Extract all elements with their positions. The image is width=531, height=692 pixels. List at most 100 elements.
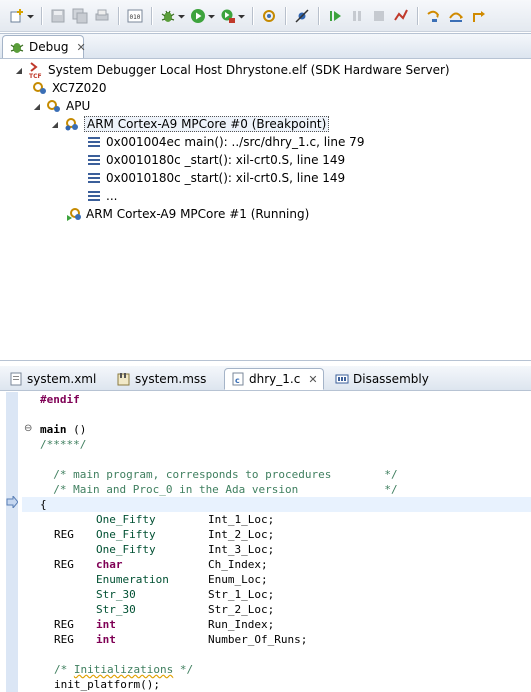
toolbar-separator (41, 6, 42, 25)
suspend-icon[interactable] (349, 8, 365, 24)
c-file-icon: c (231, 372, 245, 386)
code-token: Int_3_Loc; (208, 543, 275, 556)
code-token: Run_Index; (208, 618, 275, 631)
tree-item-frame[interactable]: 0x001004ec main(): ../src/dhry_1.c, line… (86, 133, 364, 151)
target-icon[interactable] (261, 8, 277, 24)
code-line: init_platform(); (54, 678, 160, 691)
tree-item-label: ARM Cortex-A9 MPCore #0 (Breakpoint) (84, 116, 330, 132)
tree-item-label: ARM Cortex-A9 MPCore #1 (Running) (86, 207, 310, 221)
instruction-pointer-icon (6, 494, 19, 511)
tab-system-mss[interactable]: system.mss (110, 368, 222, 390)
code-editor[interactable]: #endif main () /*****/ /* main program, … (22, 391, 531, 692)
code-token: */ (173, 663, 194, 676)
step-over-icon[interactable] (448, 8, 464, 24)
print-icon[interactable] (94, 8, 110, 24)
tree-item-label: APU (66, 99, 91, 113)
binary-icon[interactable]: 010 (127, 8, 143, 24)
code-line: /*****/ (40, 438, 87, 451)
toolbar-separator (252, 6, 253, 25)
code-token: One_Fifty (96, 543, 156, 556)
tab-label: system.mss (135, 372, 207, 386)
code-line: /* main program, corresponds to procedur… (40, 468, 398, 481)
debug-view: Debug ✕ ◢ TCF System Debugger Local Host… (0, 33, 531, 361)
step-return-icon[interactable] (470, 8, 486, 24)
resume-icon[interactable] (327, 8, 343, 24)
tree-item-device[interactable]: XC7Z020 (32, 79, 107, 97)
chevron-down-icon[interactable] (27, 8, 34, 24)
tree-item-frame[interactable]: ... (86, 187, 117, 205)
tree-item-launch[interactable]: ◢ TCF System Debugger Local Host Dhrysto… (14, 61, 450, 79)
terminate-icon[interactable] (371, 8, 387, 24)
tree-item-label: 0x0010180c _start(): xil-crt0.S, line 14… (106, 153, 346, 167)
code-token: main (40, 423, 67, 436)
chevron-down-icon[interactable] (178, 8, 185, 24)
tree-item-label: XC7Z020 (52, 81, 107, 95)
code-token: Int_2_Loc; (208, 528, 275, 541)
chevron-down-icon[interactable] (238, 8, 245, 24)
run-icon[interactable] (190, 8, 206, 24)
code-line: /* Main and Proc_0 in the Ada version */ (40, 483, 398, 496)
tab-system-xml[interactable]: system.xml (2, 368, 108, 390)
disassembly-icon (335, 372, 349, 386)
external-tools-icon[interactable] (220, 8, 236, 24)
code-token: Int_1_Loc; (208, 513, 275, 526)
expand-twisty-icon[interactable]: ◢ (50, 120, 60, 129)
debug-view-tabbar: Debug ✕ (0, 34, 531, 59)
toolbar-separator (118, 6, 119, 25)
save-icon[interactable] (50, 8, 66, 24)
processor-group-icon (46, 98, 62, 114)
code-token: Str_1_Loc; (208, 588, 275, 601)
expand-twisty-icon[interactable]: ◢ (32, 102, 42, 111)
annotation-ruler[interactable] (6, 392, 18, 692)
step-into-icon[interactable] (426, 8, 442, 24)
code-token: Number_Of_Runs; (208, 633, 308, 646)
editor-tabbar: system.xml system.mss c dhry_1.c ✕ Disas… (0, 366, 531, 391)
tree-item-frame[interactable]: 0x0010180c _start(): xil-crt0.S, line 14… (86, 151, 345, 169)
skip-breakpoints-icon[interactable] (294, 8, 310, 24)
code-line: /* Initializations */ (54, 662, 193, 677)
tab-debug[interactable]: Debug ✕ (2, 35, 86, 58)
xml-file-icon (9, 372, 23, 386)
tab-label: system.xml (27, 372, 97, 386)
code-token: #endif (40, 393, 80, 406)
code-token: Str_2_Loc; (208, 603, 275, 616)
tree-item-core0[interactable]: ◢ ARM Cortex-A9 MPCore #0 (Breakpoint) (50, 115, 330, 133)
svg-text:TCF: TCF (29, 73, 42, 78)
chevron-down-icon[interactable] (208, 8, 215, 24)
code-token: REG (54, 528, 74, 541)
expand-twisty-icon[interactable]: ◢ (14, 66, 24, 75)
new-wizard-icon[interactable] (9, 8, 25, 24)
stack-frame-icon (86, 152, 102, 168)
main-toolbar: 010 (0, 0, 531, 32)
code-token: Str_30 (96, 603, 136, 616)
tree-item-label: 0x001004ec main(): ../src/dhry_1.c, line… (106, 135, 365, 149)
code-line: #endif (40, 392, 80, 407)
code-token: Enumeration (96, 573, 169, 586)
editor-area: system.xml system.mss c dhry_1.c ✕ Disas… (0, 366, 531, 692)
tree-item-apu[interactable]: ◢ APU (32, 97, 90, 115)
code-line: main () (40, 422, 86, 437)
close-icon[interactable]: ✕ (308, 373, 317, 386)
svg-text:010: 010 (130, 14, 141, 21)
code-token: () (66, 423, 87, 436)
toolbar-separator (318, 6, 319, 25)
code-token: One_Fifty (96, 528, 156, 541)
code-token: REG (54, 633, 74, 646)
save-all-icon[interactable] (72, 8, 88, 24)
tab-label: Disassembly (353, 372, 429, 386)
suspended-core-icon (64, 116, 80, 132)
debug-icon[interactable] (160, 8, 176, 24)
close-icon[interactable]: ✕ (76, 41, 85, 54)
toolbar-separator (417, 6, 418, 25)
tree-item-core1[interactable]: ARM Cortex-A9 MPCore #1 (Running) (66, 205, 309, 223)
code-token: char (96, 558, 123, 571)
code-token: { (40, 498, 47, 511)
current-line: { (22, 497, 531, 512)
code-token: /* (54, 663, 74, 676)
disconnect-icon[interactable] (393, 8, 409, 24)
tab-dhry-1-c[interactable]: c dhry_1.c ✕ (224, 368, 324, 390)
tree-item-frame[interactable]: 0x0010180c _start(): xil-crt0.S, line 14… (86, 169, 345, 187)
code-token: Ch_Index; (208, 558, 268, 571)
code-token: One_Fifty (96, 513, 156, 526)
tab-disassembly[interactable]: Disassembly (328, 368, 448, 390)
